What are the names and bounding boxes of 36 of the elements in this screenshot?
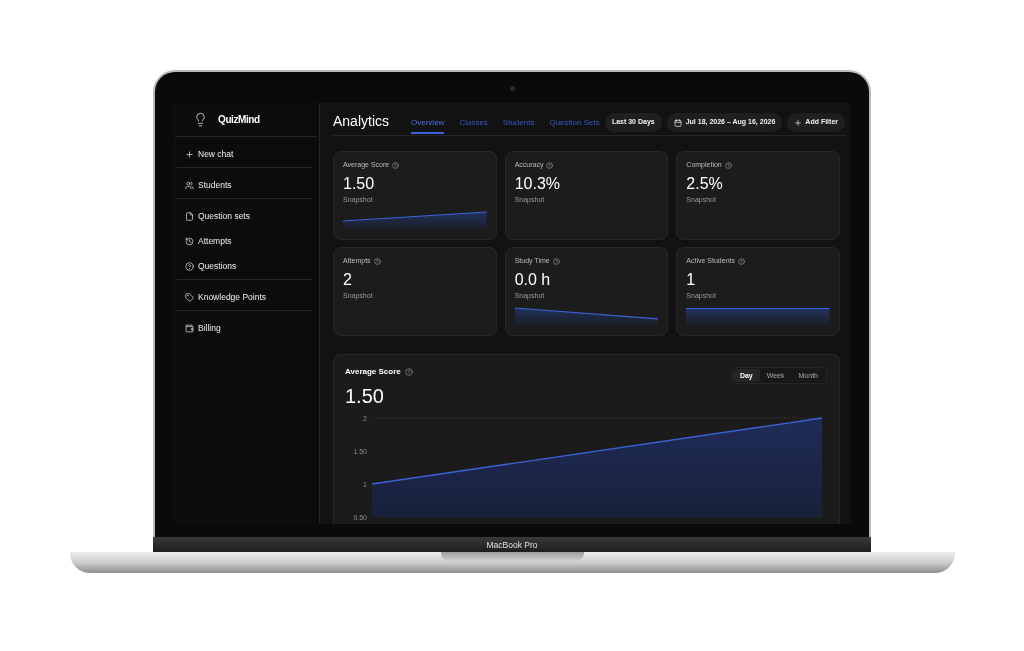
- sidebar-item[interactable]: Question sets: [177, 204, 312, 229]
- card-value: 10.3%: [514, 174, 561, 194]
- logo-text: QuizMind: [218, 113, 260, 127]
- help-icon: [546, 161, 554, 169]
- sidebar-item[interactable]: Billing: [177, 316, 312, 341]
- help-icon: [724, 161, 732, 169]
- help-icon: [404, 368, 413, 376]
- help-icon: [552, 257, 560, 265]
- page-title: Analytics: [333, 112, 390, 130]
- plus-icon: [185, 150, 194, 159]
- history-icon: [185, 237, 194, 246]
- lightbulb-icon: [193, 111, 208, 128]
- help-icon: [737, 257, 745, 265]
- card-value: 2: [343, 270, 352, 290]
- help-icon: [373, 257, 381, 265]
- sidebar-item[interactable]: Attempts: [177, 229, 312, 254]
- users-icon: [185, 181, 194, 190]
- tab[interactable]: Overview: [411, 103, 445, 134]
- sidebar-item[interactable]: New chat: [177, 142, 312, 167]
- sidebar-item[interactable]: Students: [177, 173, 312, 198]
- chart-title: Average Score: [345, 367, 401, 377]
- file-icon: [185, 212, 194, 221]
- card-value: 1.50: [343, 174, 375, 194]
- tag-icon: [185, 293, 194, 302]
- chart-value: 1.50: [345, 384, 384, 408]
- card-value: 0.0 h: [514, 270, 551, 290]
- plus-icon: [794, 118, 803, 127]
- sidebar-item[interactable]: Questions: [177, 254, 312, 279]
- help-icon: [185, 262, 194, 271]
- device-label: MacBook Pro: [486, 539, 538, 550]
- help-icon: [392, 161, 400, 169]
- wallet-icon: [185, 324, 194, 333]
- calendar-icon: [673, 118, 682, 127]
- card-value: 1: [686, 270, 696, 290]
- card-value: 2.5%: [686, 174, 723, 194]
- sidebar-item[interactable]: Knowledge Points: [177, 285, 312, 310]
